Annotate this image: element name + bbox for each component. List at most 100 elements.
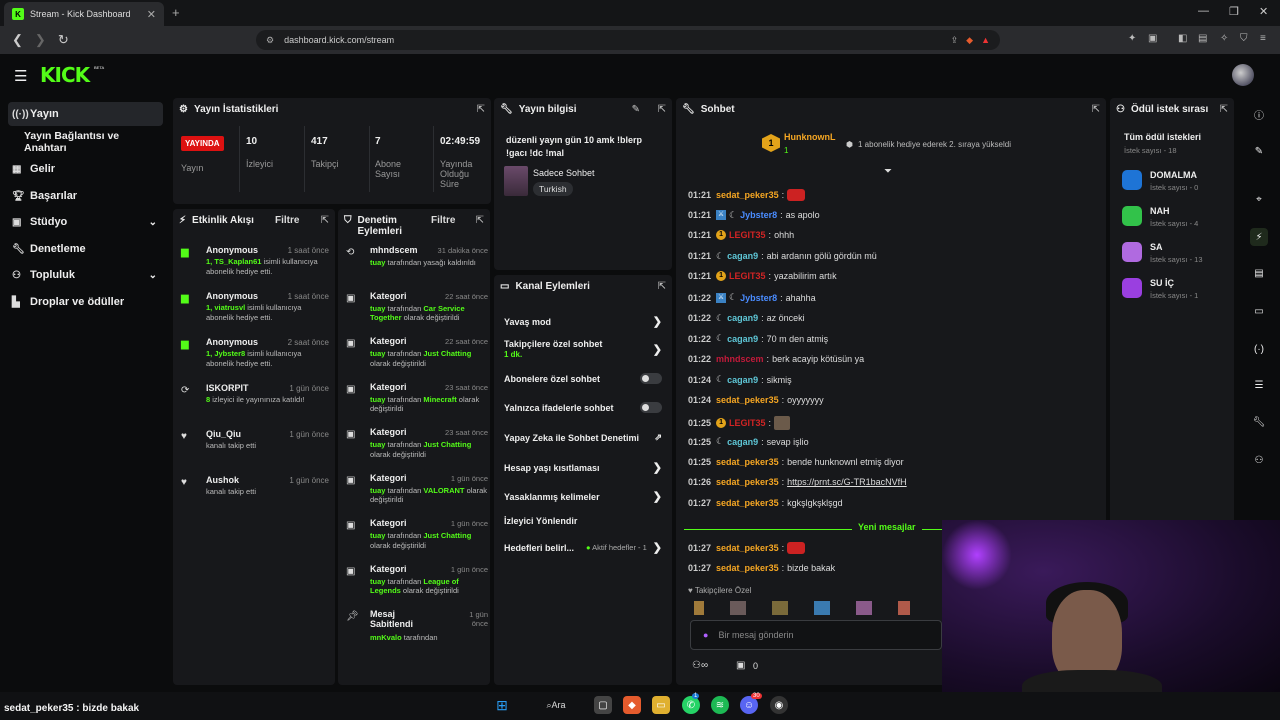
popout-icon[interactable]: ⇱	[1220, 104, 1228, 115]
pinned-user[interactable]: HunknownL	[784, 132, 836, 142]
reward-item[interactable]: SA İstek sayısı - 13	[1122, 242, 1232, 272]
vpn-icon[interactable]: ⛉	[1240, 33, 1248, 44]
chat-username[interactable]: Jybster8	[740, 210, 777, 220]
reward-item[interactable]: SU İÇ İstek sayısı - 1	[1122, 278, 1232, 308]
activity-user[interactable]: ISKORPIT	[206, 383, 249, 393]
url-text[interactable]: dashboard.kick.com/stream	[284, 35, 394, 45]
queue-icon[interactable]: ☰	[1250, 376, 1268, 394]
popout-icon[interactable]: ⇱	[476, 215, 484, 226]
activity-user[interactable]: Anonymous	[206, 245, 258, 255]
back-icon[interactable]: ❮	[12, 32, 23, 48]
sidebar-item-topluluk[interactable]: ⚇ Topluluk ⌄	[8, 263, 163, 287]
sidebar-item-denetleme[interactable]: 🔧︎ Denetleme	[8, 237, 163, 261]
moderation-filter-button[interactable]: Filtre	[431, 215, 455, 226]
chat-username[interactable]: sedat_peker35	[716, 457, 779, 467]
channel-row[interactable]: Yavaş mod ❯	[504, 315, 662, 328]
popout-icon[interactable]: ⇱	[658, 281, 666, 292]
channel-row[interactable]: Hedefleri belirl... ● Aktif hedefler - 1 ❯	[504, 541, 662, 554]
chat-username[interactable]: mhndscem	[716, 354, 764, 364]
kick-icon[interactable]: ▣	[736, 660, 745, 671]
chat-username[interactable]: sedat_peker35	[716, 477, 779, 487]
bolt-icon[interactable]: ⚡︎	[1250, 228, 1268, 246]
popout-icon[interactable]: ⇱	[321, 215, 329, 226]
activity-item[interactable]: ▆ Anonymous 2 saat önce 1, Jybster8 isimli …	[181, 337, 329, 377]
menu-icon[interactable]: ≡	[1260, 33, 1266, 44]
mod-by[interactable]: tuay	[370, 577, 385, 586]
brave-shield-icon[interactable]: ◆	[966, 35, 973, 46]
file-explorer-icon[interactable]: ▭	[652, 696, 670, 714]
activity-user[interactable]: Aushok	[206, 475, 239, 485]
mod-item[interactable]: ▣ Kategori 1 gün önce tuay tarafından Just …	[346, 518, 488, 560]
toggle-switch[interactable]	[640, 373, 662, 384]
site-info-icon[interactable]: ⚙	[266, 35, 274, 46]
chat-bubble-icon[interactable]: ▭	[1250, 302, 1268, 320]
chat-username[interactable]: cagan9	[727, 437, 758, 447]
wallet-icon[interactable]: ▤	[1198, 33, 1207, 44]
activity-item[interactable]: ♥︎ Qiu_Qiu 1 gün önce kanalı takip etti	[181, 429, 329, 469]
info-icon[interactable]: ⓘ	[1250, 105, 1268, 123]
broadcast-icon[interactable]: (·)	[1250, 340, 1268, 358]
emote-3[interactable]	[772, 601, 788, 615]
document-icon[interactable]: ▤	[1250, 264, 1268, 282]
chat-link[interactable]: https://prnt.sc/G-TR1bacNVfH	[787, 477, 907, 487]
sidebar-item-gelir[interactable]: ▦ Gelir	[8, 157, 163, 181]
popout-icon[interactable]: ⇱	[1092, 104, 1100, 115]
mod-by[interactable]: tuay	[370, 440, 385, 449]
spotify-icon[interactable]: ≋	[711, 696, 729, 714]
emote-5[interactable]	[856, 601, 872, 615]
mod-by[interactable]: tuay	[370, 349, 385, 358]
new-tab-icon[interactable]: +	[172, 5, 180, 20]
brave-rewards-icon[interactable]: ▲	[981, 35, 990, 46]
sidebar-toggle-icon[interactable]: ◧	[1178, 33, 1187, 44]
sidebar-item-basarilar[interactable]: 🏆︎ Başarılar	[8, 184, 163, 208]
sidebar-item-studyo[interactable]: ▣ Stüdyo ⌄	[8, 210, 163, 234]
restore-icon[interactable]: ❐	[1229, 5, 1239, 18]
whatsapp-icon[interactable]: ✆	[682, 696, 700, 714]
activity-item[interactable]: ⟳ ISKORPIT 1 gün önce 8 izleyici ile yayını…	[181, 383, 329, 423]
activity-user[interactable]: Qiu_Qiu	[206, 429, 241, 439]
popout-icon[interactable]: ⇱	[658, 104, 666, 115]
chat-username[interactable]: Jybster8	[740, 293, 777, 303]
mod-item[interactable]: ▣ Kategori 23 saat önce tuay tarafından Jus…	[346, 427, 488, 469]
popout-icon[interactable]: ⇱	[477, 104, 485, 115]
mod-item[interactable]: 📌︎ Mesaj Sabitlendi 1 gün önce mnKvalo tara…	[346, 609, 488, 651]
chat-username[interactable]: LEGIT35	[729, 271, 766, 281]
mod-item[interactable]: ⟲ mhndscem 31 dakika önce tuay tarafından y…	[346, 245, 488, 287]
kick-logo[interactable]: KICK	[40, 63, 90, 87]
chat-username[interactable]: sedat_peker35	[716, 395, 779, 405]
close-window-icon[interactable]: ✕	[1259, 5, 1268, 18]
mod-item[interactable]: ▣ Kategori 22 saat önce tuay tarafından Jus…	[346, 336, 488, 378]
chat-username[interactable]: LEGIT35	[729, 418, 766, 428]
activity-item[interactable]: ♥︎ Aushok 1 gün önce kanalı takip etti	[181, 475, 329, 515]
emote-1[interactable]	[694, 601, 704, 615]
mod-by[interactable]: tuay	[370, 304, 385, 313]
edit-icon[interactable]: ✎	[632, 104, 640, 115]
sidebar-item-yayin[interactable]: ((·)) Yayın	[8, 102, 163, 126]
channel-row[interactable]: Abonelere özel sohbet	[504, 373, 662, 384]
activity-user[interactable]: Anonymous	[206, 291, 258, 301]
emote-6[interactable]	[898, 601, 910, 615]
obs-icon[interactable]: ◉	[770, 696, 788, 714]
pen-icon[interactable]: ✎	[1250, 142, 1268, 160]
emote-2[interactable]	[730, 601, 746, 615]
windows-start-icon[interactable]: ⊞	[493, 696, 511, 714]
brave-icon[interactable]: ◆	[623, 696, 641, 714]
chat-username[interactable]: LEGIT35	[729, 230, 766, 240]
sidebar-item-droplar[interactable]: ▙ Droplar ve ödüller	[8, 290, 163, 314]
forward-icon[interactable]: ❯	[35, 32, 46, 48]
share-icon[interactable]: ⇪	[951, 35, 959, 46]
channel-row[interactable]: İzleyici Yönlendir	[504, 516, 662, 526]
community-icon[interactable]: ⚇	[1250, 451, 1268, 469]
mod-by[interactable]: tuay	[370, 531, 385, 540]
address-bar[interactable]: ⚙ dashboard.kick.com/stream ⇪ ◆ ▲	[256, 30, 1000, 50]
mod-item[interactable]: ▣ Kategori 23 saat önce tuay tarafından Min…	[346, 382, 488, 424]
reader-icon[interactable]: ▣	[1148, 33, 1157, 44]
extensions-icon[interactable]: ✦	[1128, 33, 1136, 44]
reward-item[interactable]: NAH İstek sayısı - 4	[1122, 206, 1232, 236]
community-goal-icon[interactable]: ⚇∞	[692, 660, 708, 671]
taskbar-search[interactable]: ⌕ Ara	[536, 696, 576, 714]
task-view-icon[interactable]: ▢	[594, 696, 612, 714]
collapse-icon[interactable]: ⏷	[884, 166, 892, 177]
chat-username[interactable]: sedat_peker35	[716, 190, 779, 200]
tab-close-icon[interactable]: ✕	[147, 8, 156, 21]
